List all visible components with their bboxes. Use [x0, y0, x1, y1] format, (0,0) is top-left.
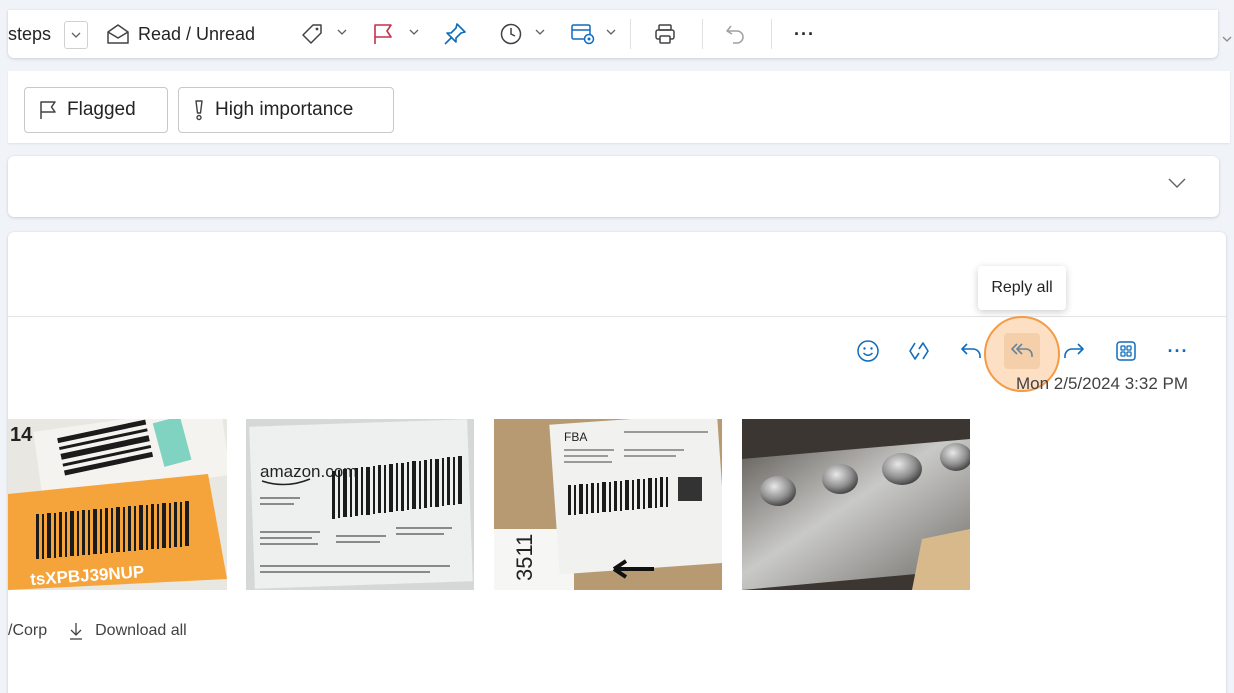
flag-icon — [374, 24, 392, 44]
attachment-thumbnail-4[interactable] — [742, 419, 970, 590]
forward-icon — [1064, 343, 1084, 358]
amazon-shipping-label-photo-icon: amazon.com — [246, 419, 474, 590]
chevron-down-icon[interactable] — [606, 29, 616, 36]
flagged-filter-chip[interactable]: Flagged — [24, 87, 168, 133]
fba-label-text: FBA — [564, 430, 587, 444]
download-all-label: Download all — [95, 622, 187, 639]
loop-icon — [909, 342, 929, 360]
attachments-footer: /Corp Download all — [8, 622, 187, 640]
loop-button[interactable] — [901, 333, 937, 369]
rules-button[interactable] — [570, 10, 596, 58]
high-importance-label: High importance — [215, 99, 354, 120]
message-more-button[interactable]: ··· — [1160, 333, 1196, 369]
metal-knobs-photo-icon — [742, 419, 970, 590]
attachment-thumbnail-2[interactable]: amazon.com — [246, 419, 474, 590]
attachment-thumbnail-3[interactable]: 3511 FBA — [494, 419, 722, 590]
chevron-down-icon — [71, 32, 81, 38]
quick-steps-button[interactable]: steps — [8, 10, 51, 58]
reply-all-tooltip: Reply all — [978, 266, 1066, 310]
fba-shipping-label-photo-icon: 3511 FBA — [494, 419, 722, 590]
printer-icon — [655, 24, 675, 44]
chevron-down-icon[interactable] — [409, 29, 419, 36]
svg-text:3511: 3511 — [512, 534, 537, 581]
print-button[interactable] — [653, 10, 677, 58]
flag-icon — [40, 101, 56, 119]
read-unread-label: Read / Unread — [138, 23, 256, 44]
mail-rules-icon — [571, 24, 595, 45]
smiley-icon — [857, 340, 879, 362]
quick-steps-dropdown[interactable] — [64, 21, 88, 49]
clock-icon — [500, 23, 522, 45]
toolbar-divider — [630, 19, 631, 49]
read-unread-button[interactable]: Read / Unread — [106, 10, 255, 58]
importance-icon — [195, 100, 203, 121]
reactions-button[interactable] — [850, 333, 886, 369]
apps-button[interactable] — [1108, 333, 1144, 369]
toolbar-divider — [702, 19, 703, 49]
flag-button[interactable] — [372, 10, 394, 58]
attachment-save-to-link[interactable]: /Corp — [8, 622, 47, 640]
toolbar-divider — [771, 19, 772, 49]
categorize-button[interactable] — [300, 10, 324, 58]
reply-all-icon — [1011, 343, 1033, 357]
chevron-down-icon[interactable] — [535, 29, 545, 36]
envelope-open-icon — [107, 24, 129, 44]
pin-button[interactable] — [442, 10, 468, 58]
chevron-down-icon[interactable] — [1168, 178, 1186, 189]
command-toolbar: steps Read / Unread ··· — [8, 10, 1218, 58]
apps-grid-icon — [1116, 341, 1136, 361]
chevron-down-icon[interactable] — [337, 29, 347, 36]
header-divider — [8, 316, 1226, 317]
svg-text:14: 14 — [10, 424, 33, 446]
snooze-button[interactable] — [499, 10, 523, 58]
undo-button[interactable] — [724, 10, 748, 58]
pin-icon — [444, 23, 466, 45]
high-importance-filter-chip[interactable]: High importance — [178, 87, 394, 133]
amazon-label-text: amazon.com — [260, 462, 357, 481]
more-options-button[interactable]: ··· — [794, 10, 815, 58]
reply-icon — [961, 343, 981, 358]
flagged-label: Flagged — [67, 99, 136, 120]
attachment-thumbnail-1[interactable]: 14 tsXPBJ39NUP — [8, 419, 227, 590]
filter-bar: Flagged High importance — [8, 71, 1230, 143]
collapsed-message-header[interactable] — [8, 156, 1219, 217]
barcode-label-photo-icon: 14 tsXPBJ39NUP — [8, 419, 227, 590]
reply-all-button[interactable] — [1004, 333, 1040, 369]
undo-icon — [726, 25, 744, 44]
message-timestamp: Mon 2/5/2024 3:32 PM — [1016, 374, 1189, 393]
tag-icon — [302, 24, 322, 44]
download-icon — [70, 623, 83, 640]
download-all-button[interactable]: Download all — [69, 622, 187, 640]
message-reading-pane: Reply all ··· Mon 2/5/2024 3:32 PM 14 ts… — [8, 232, 1226, 693]
reply-button[interactable] — [953, 333, 989, 369]
chevron-down-icon[interactable] — [1222, 36, 1232, 43]
forward-button[interactable] — [1056, 333, 1092, 369]
